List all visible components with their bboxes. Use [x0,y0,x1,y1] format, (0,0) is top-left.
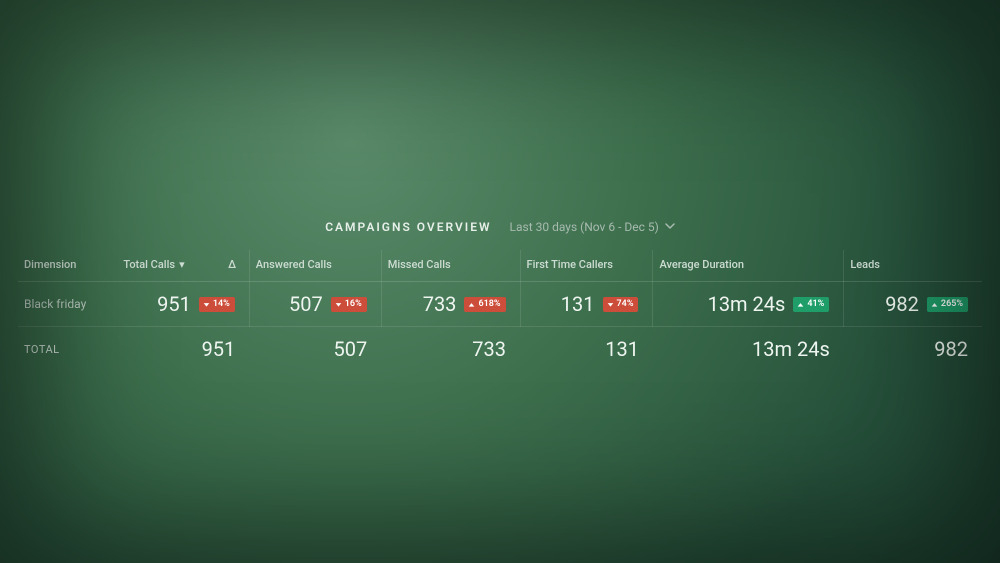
cell-first-time-callers: 131 74% [520,282,653,327]
value-leads: 982 [885,292,919,316]
campaigns-overview-panel: CAMPAIGNS OVERVIEW Last 30 days (Nov 6 -… [18,220,982,371]
col-total-calls[interactable]: Total Calls▾ [117,250,215,282]
table-header-row: Dimension Total Calls▾ Δ Answered Calls … [18,250,982,282]
table-row[interactable]: Black friday 951 14% 507 [18,282,982,327]
value-answered-calls: 507 [289,292,323,316]
total-total-calls: 951 [117,327,249,372]
delta-badge-avg-duration: 41% [793,297,829,312]
table-total-row: TOTAL 951 507 733 131 13m 24s 982 [18,327,982,372]
date-range-label: Last 30 days (Nov 6 - Dec 5) [510,220,659,234]
delta-badge-answered-calls: 16% [331,297,367,312]
col-leads[interactable]: Leads [844,250,982,282]
delta-badge-total-calls: 14% [199,297,235,312]
col-missed-calls[interactable]: Missed Calls [381,250,520,282]
chevron-down-icon [665,220,675,234]
panel-title: CAMPAIGNS OVERVIEW [325,220,491,234]
total-label: TOTAL [18,327,117,372]
caret-up-icon [468,301,475,308]
delta-badge-leads: 265% [927,297,968,312]
total-leads: 982 [844,327,982,372]
caret-down-icon [335,301,342,308]
campaigns-table: Dimension Total Calls▾ Δ Answered Calls … [18,250,982,371]
delta-badge-missed-calls: 618% [464,297,505,312]
caret-down-icon [607,301,614,308]
total-answered-calls: 507 [249,327,381,372]
caret-up-icon [931,301,938,308]
cell-avg-duration: 13m 24s 41% [653,282,844,327]
cell-missed-calls: 733 618% [381,282,520,327]
total-missed-calls: 733 [381,327,520,372]
col-first-time-callers[interactable]: First Time Callers [520,250,653,282]
delta-badge-first-time-callers: 74% [603,297,639,312]
cell-total-calls: 951 14% [117,282,249,327]
cell-leads: 982 265% [844,282,982,327]
caret-up-icon [797,301,804,308]
value-avg-duration: 13m 24s [708,292,786,316]
sort-desc-icon: ▾ [179,258,185,271]
panel-header: CAMPAIGNS OVERVIEW Last 30 days (Nov 6 -… [18,220,982,234]
col-dimension: Dimension [18,250,117,282]
cell-dimension: Black friday [18,282,117,327]
value-first-time-callers: 131 [561,292,595,316]
caret-down-icon [203,301,210,308]
date-range-selector[interactable]: Last 30 days (Nov 6 - Dec 5) [510,220,675,234]
total-first-time-callers: 131 [520,327,653,372]
value-missed-calls: 733 [423,292,457,316]
cell-answered-calls: 507 16% [249,282,381,327]
col-answered-calls[interactable]: Answered Calls [249,250,381,282]
value-total-calls: 951 [157,292,191,316]
total-avg-duration: 13m 24s [653,327,844,372]
col-avg-duration[interactable]: Average Duration [653,250,844,282]
col-delta: Δ [215,250,249,282]
